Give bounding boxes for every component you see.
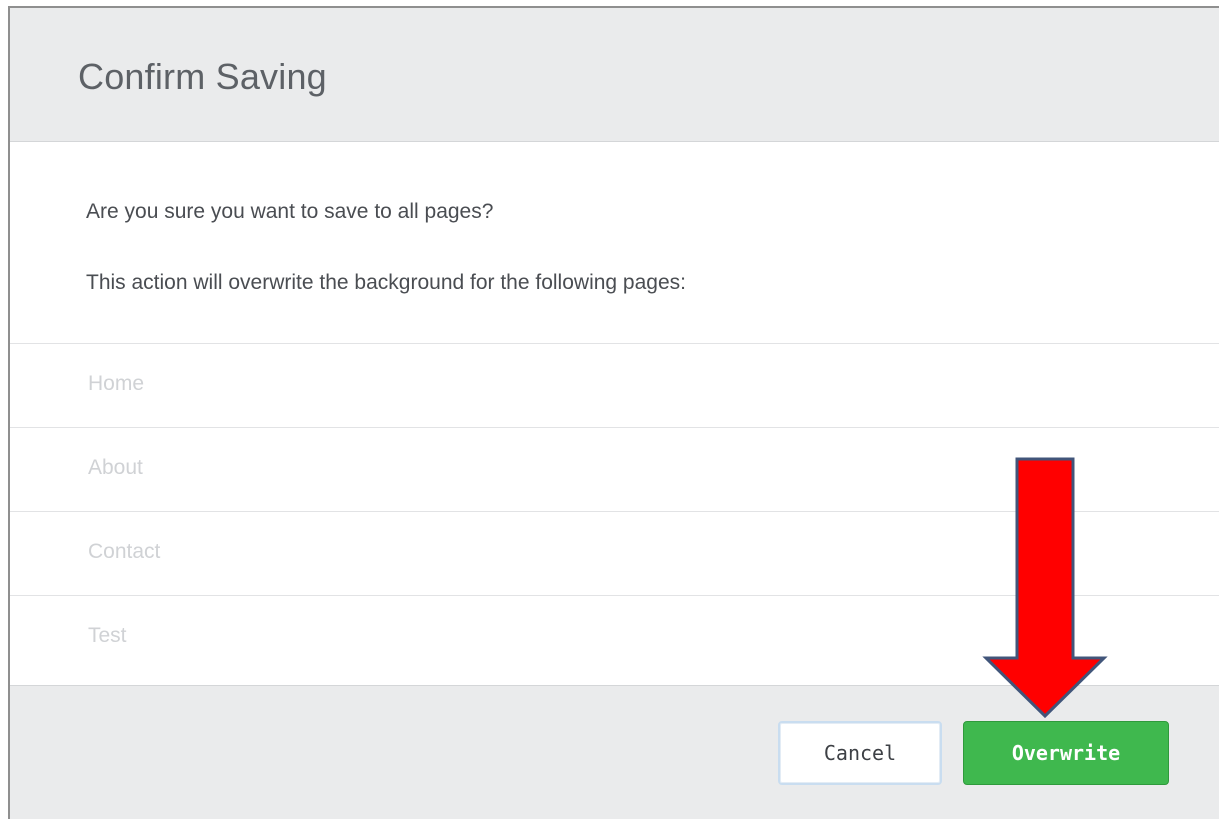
page-name-home: Home (88, 372, 145, 395)
confirm-saving-dialog: Confirm Saving Are you sure you want to … (8, 6, 1219, 819)
pages-list: Home About Contact Test (10, 343, 1219, 685)
dialog-header: Confirm Saving (10, 8, 1219, 142)
page-name-test: Test (88, 624, 127, 647)
dialog-footer: Cancel Overwrite (10, 685, 1219, 819)
list-item: Contact (10, 512, 1219, 596)
cancel-button[interactable]: Cancel (778, 721, 942, 785)
dialog-title: Confirm Saving (78, 56, 327, 97)
overwrite-button[interactable]: Overwrite (963, 721, 1169, 785)
confirm-question: Are you sure you want to save to all pag… (86, 200, 494, 223)
list-item: Test (10, 596, 1219, 685)
list-item: Home (10, 344, 1219, 428)
overwrite-warning: This action will overwrite the backgroun… (86, 271, 686, 294)
list-item: About (10, 428, 1219, 512)
page-name-contact: Contact (88, 540, 161, 563)
page-name-about: About (88, 456, 143, 479)
